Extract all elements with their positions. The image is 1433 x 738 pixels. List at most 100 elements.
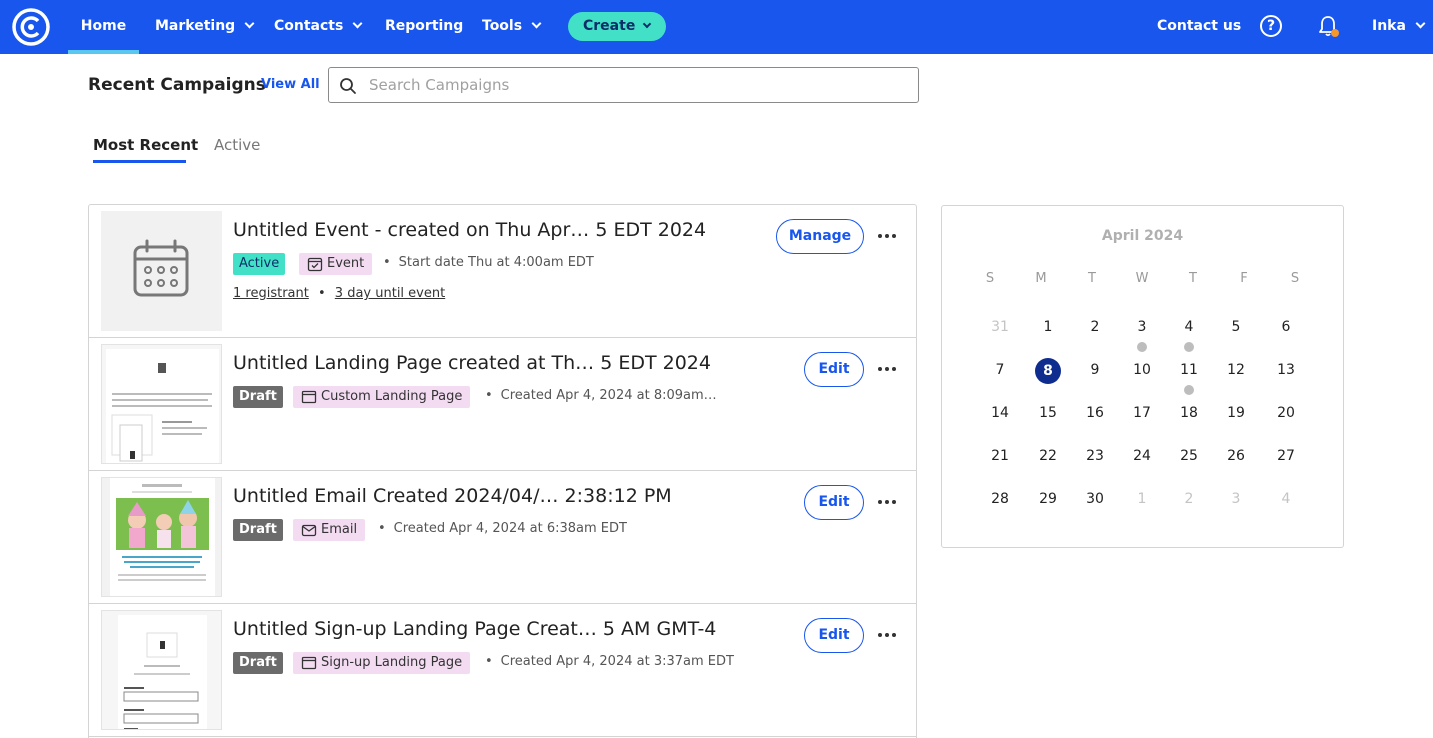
- campaign-row: Untitled Landing Page created at Th… 5 E…: [89, 338, 916, 471]
- calendar-day[interactable]: 4: [1174, 319, 1204, 335]
- tab-active[interactable]: Active: [214, 136, 260, 154]
- campaign-title[interactable]: Untitled Email Created 2024/04/… 2:38:12…: [233, 485, 672, 507]
- campaign-row: Untitled Email Created 2024/04/… 2:38:12…: [89, 471, 916, 604]
- calendar-day[interactable]: 15: [1033, 405, 1063, 421]
- calendar-day[interactable]: 4: [1271, 491, 1301, 507]
- campaign-row: Untitled Event - created on Thu Apr… 5 E…: [89, 205, 916, 338]
- campaign-thumbnail[interactable]: [101, 477, 222, 597]
- calendar-day[interactable]: 21: [985, 448, 1015, 464]
- campaign-type-tag: Email: [293, 519, 365, 541]
- view-all-link[interactable]: View All: [261, 77, 320, 92]
- calendar-day[interactable]: 1: [1127, 491, 1157, 507]
- nav-tools[interactable]: Tools: [482, 0, 540, 54]
- search-input[interactable]: [369, 74, 909, 96]
- nav-reporting[interactable]: Reporting: [385, 0, 463, 54]
- calendar-day[interactable]: 14: [985, 405, 1015, 421]
- nav-home-label: Home: [81, 18, 126, 34]
- calendar-day[interactable]: 18: [1174, 405, 1204, 421]
- calendar-day[interactable]: 16: [1080, 405, 1110, 421]
- calendar-day[interactable]: 7: [985, 362, 1015, 378]
- campaign-type-label: Email: [321, 522, 357, 537]
- calendar-day[interactable]: 9: [1080, 362, 1110, 378]
- landing-page-preview: [102, 345, 222, 464]
- notification-badge: [1331, 29, 1339, 37]
- more-options-icon[interactable]: [878, 493, 896, 511]
- calendar-day[interactable]: 22: [1033, 448, 1063, 464]
- campaign-thumbnail[interactable]: [101, 211, 222, 331]
- chevron-down-icon: [532, 19, 542, 29]
- calendar-month-title: April 2024: [942, 228, 1343, 244]
- weekday-label: T: [1181, 271, 1205, 286]
- calendar-day[interactable]: 23: [1080, 448, 1110, 464]
- calendar-day[interactable]: 27: [1271, 448, 1301, 464]
- status-badge: Draft: [233, 519, 283, 541]
- nav-contacts[interactable]: Contacts: [274, 0, 361, 54]
- calendar-day[interactable]: 24: [1127, 448, 1157, 464]
- calendar-day[interactable]: 3: [1127, 319, 1157, 335]
- event-stats: 1 registrant • 3 day until event: [233, 286, 445, 301]
- calendar-day[interactable]: 3: [1221, 491, 1251, 507]
- calendar-day[interactable]: 20: [1271, 405, 1301, 421]
- campaign-title[interactable]: Untitled Sign-up Landing Page Creat… 5 A…: [233, 618, 716, 640]
- calendar-day[interactable]: 28: [985, 491, 1015, 507]
- calendar-day[interactable]: 6: [1271, 319, 1301, 335]
- campaign-list: Untitled Event - created on Thu Apr… 5 E…: [88, 204, 917, 738]
- calendar-day[interactable]: 13: [1271, 362, 1301, 378]
- edit-button[interactable]: Edit: [804, 618, 864, 653]
- event-icon: [307, 256, 323, 272]
- chevron-down-icon: [1415, 19, 1425, 29]
- calendar-day[interactable]: 25: [1174, 448, 1204, 464]
- more-options-icon[interactable]: [878, 626, 896, 644]
- calendar-day[interactable]: 12: [1221, 362, 1251, 378]
- registrants-link[interactable]: 1 registrant: [233, 286, 309, 301]
- calendar-day[interactable]: 30: [1080, 491, 1110, 507]
- until-event-link[interactable]: 3 day until event: [335, 286, 445, 301]
- calendar-day[interactable]: 17: [1127, 405, 1157, 421]
- calendar-day[interactable]: 10: [1127, 362, 1157, 378]
- campaign-type-tag: Sign-up Landing Page: [293, 652, 470, 674]
- campaign-title[interactable]: Untitled Event - created on Thu Apr… 5 E…: [233, 219, 706, 241]
- separator-dot: •: [318, 286, 326, 301]
- calendar-day[interactable]: 26: [1221, 448, 1251, 464]
- weekday-label: S: [978, 271, 1002, 286]
- event-indicator-dot: [1184, 385, 1194, 395]
- event-indicator-dot: [1184, 342, 1194, 352]
- calendar-widget: April 2024 SMTWTFS3112345678910111213141…: [941, 205, 1344, 548]
- nav-marketing[interactable]: Marketing: [155, 0, 253, 54]
- more-options-icon[interactable]: [878, 360, 896, 378]
- edit-button[interactable]: Edit: [804, 352, 864, 387]
- campaign-title[interactable]: Untitled Landing Page created at Th… 5 E…: [233, 352, 711, 374]
- calendar-day[interactable]: 11: [1174, 362, 1204, 378]
- campaign-thumbnail[interactable]: [101, 610, 222, 730]
- logo-icon[interactable]: [11, 7, 51, 47]
- help-icon[interactable]: ?: [1260, 15, 1282, 37]
- calendar-day[interactable]: 29: [1033, 491, 1063, 507]
- calendar-day[interactable]: 31: [985, 319, 1015, 335]
- campaign-meta: Created Apr 4, 2024 at 3:37am EDT: [485, 654, 734, 669]
- campaign-type-label: Custom Landing Page: [321, 389, 462, 404]
- calendar-day[interactable]: 19: [1221, 405, 1251, 421]
- calendar-day-today[interactable]: 8: [1035, 358, 1061, 384]
- user-menu[interactable]: Inka: [1372, 0, 1424, 54]
- calendar-day[interactable]: 1: [1033, 319, 1063, 335]
- campaign-meta: Created Apr 4, 2024 at 8:09am…: [485, 388, 717, 403]
- campaign-thumbnail[interactable]: [101, 344, 222, 464]
- campaign-row: Untitled Sign-up Landing Page Creat… 5 A…: [89, 604, 916, 737]
- create-button[interactable]: Create: [568, 12, 666, 41]
- search-icon: [339, 77, 357, 95]
- more-options-icon[interactable]: [878, 227, 896, 245]
- calendar-day[interactable]: 5: [1221, 319, 1251, 335]
- campaign-type-label: Sign-up Landing Page: [321, 655, 462, 670]
- chevron-down-icon: [245, 19, 255, 29]
- contact-us-link[interactable]: Contact us: [1157, 0, 1241, 54]
- page-title: Recent Campaigns: [88, 75, 266, 95]
- nav-home[interactable]: Home: [68, 0, 139, 54]
- nav-marketing-label: Marketing: [155, 18, 235, 34]
- campaign-type-tag: Event: [299, 253, 372, 275]
- tab-selected-indicator: [93, 160, 186, 163]
- tab-most-recent[interactable]: Most Recent: [93, 136, 198, 154]
- edit-button[interactable]: Edit: [804, 485, 864, 520]
- calendar-day[interactable]: 2: [1080, 319, 1110, 335]
- manage-button[interactable]: Manage: [776, 219, 864, 254]
- calendar-day[interactable]: 2: [1174, 491, 1204, 507]
